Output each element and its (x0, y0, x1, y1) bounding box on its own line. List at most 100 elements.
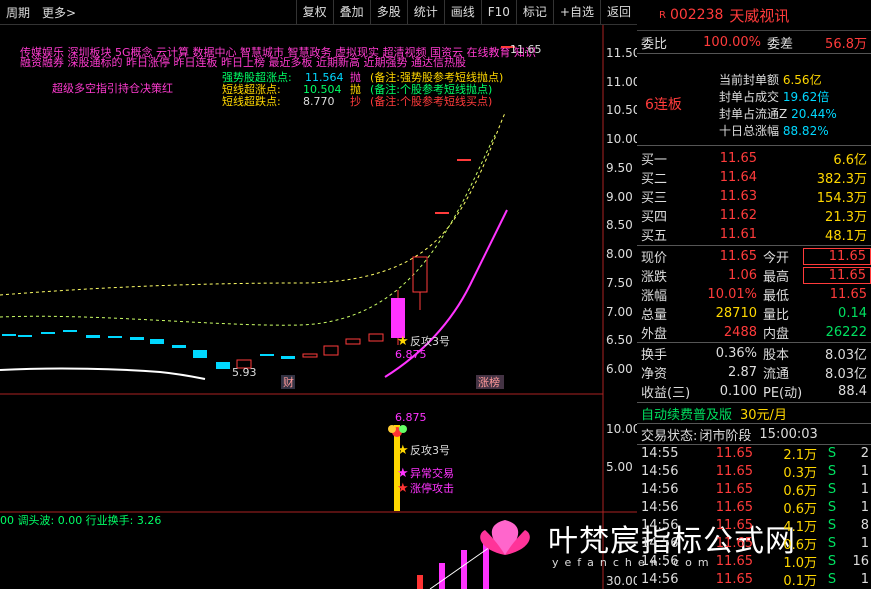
divider (637, 402, 871, 403)
limit-stat-value: 88.82% (782, 124, 829, 138)
zhangbang-badge[interactable]: 涨榜 (478, 375, 500, 389)
cai-badge[interactable]: 财 (283, 375, 294, 389)
bid-row[interactable]: 买五 11.61 48.1万 (637, 225, 871, 244)
bid-volume: 6.6亿 (833, 153, 867, 168)
quote-label: 涨跌 (641, 270, 668, 285)
promo-price[interactable]: 30元/月 (732, 404, 787, 423)
tick-time: 14:56 (641, 571, 679, 587)
bid-price: 11.62 (719, 208, 757, 223)
quote-label: 今开 (763, 251, 790, 266)
quote-label: 总量 (641, 308, 668, 323)
ind-act-1: 抛 (350, 82, 361, 96)
limit-stat-value: 20.44% (791, 107, 837, 121)
back-button[interactable]: 返回 (599, 0, 637, 24)
ind-name-0: 强势股超涨点: (222, 70, 292, 84)
quote-label: 涨幅 (641, 289, 668, 304)
ind-val-2: 8.770 (303, 95, 335, 108)
stock-code: 002238 (669, 7, 724, 23)
quote-value: 11.65 (803, 248, 871, 265)
divider (637, 423, 871, 424)
bid-volume: 382.3万 (816, 172, 867, 187)
info-value: 8.03亿 (825, 348, 867, 363)
tick-vol: 0.6万 (783, 483, 817, 499)
tick-count: 1 (860, 571, 869, 587)
info-label: 换手 (641, 348, 668, 363)
tick-price: 11.65 (715, 571, 753, 587)
limit-stat-label: 十日总涨幅 (719, 124, 780, 138)
lower-label-2: 异常交易 (410, 466, 454, 480)
tick-price: 11.65 (715, 463, 753, 479)
limit-stat-value: 6.56亿 (782, 73, 822, 87)
quote-label: 量比 (763, 308, 790, 323)
tick-vol: 1.0万 (783, 555, 817, 571)
price-tick: 7.00 (606, 305, 633, 319)
tick-vol: 0.3万 (783, 465, 817, 481)
info-value: 0.36% (715, 346, 757, 361)
overlay-button[interactable]: 叠加 (332, 0, 370, 24)
fuquan-button[interactable]: 复权 (295, 0, 333, 24)
limit-stat-label: 封单占成交 (719, 90, 780, 104)
tick-price: 11.65 (715, 553, 753, 569)
bottom-status: 00 调头波: 0.00 行业换手: 3.26 (0, 513, 161, 527)
bid-row[interactable]: 买二 11.64 382.3万 (637, 168, 871, 187)
multi-stock-button[interactable]: 多股 (369, 0, 407, 24)
tick-time: 14:55 (641, 445, 679, 461)
bid-label: 买二 (641, 172, 668, 187)
stats-button[interactable]: 统计 (406, 0, 444, 24)
tick-side: S (827, 571, 837, 587)
bid-volume: 48.1万 (825, 229, 867, 244)
period-button[interactable]: 周期 (0, 4, 36, 21)
high-label: 11.65 (510, 43, 542, 56)
tick-count: 1 (860, 481, 869, 497)
limit-stats: 6连板 当前封单额 6.56亿 封单占成交 19.62倍 封单占流通Z 20.4… (637, 54, 871, 142)
tick-side: S (827, 481, 837, 497)
price-tick: 6.00 (606, 362, 633, 376)
tick-count: 2 (860, 445, 869, 461)
kline-chart[interactable]: 传媒娱乐 深圳板块 5G概念 云计算 数据中心 智慧城市 智慧政务 虚拟现实 超… (0, 25, 637, 589)
draw-line-button[interactable]: 画线 (443, 0, 481, 24)
bid-volume: 21.3万 (825, 210, 867, 225)
chart-toolbar: 周期 更多> 复权 叠加 多股 统计 画线 F10 标记 +自选 返回 (0, 0, 637, 25)
quote-label: 最高 (763, 270, 790, 285)
bid-label: 买四 (641, 210, 668, 225)
stock-name: 天威视讯 (729, 6, 790, 25)
bid-row[interactable]: 买三 11.63 154.3万 (637, 187, 871, 206)
ind-act-0: 抛 (350, 70, 361, 84)
tick-list: 14:55 11.65 2.1万 S 2 14:56 11.65 0.3万 S 1 14:56 1… (637, 444, 871, 589)
more-button[interactable]: 更多> (36, 4, 82, 21)
promo-text[interactable]: 自动续费普及版 (637, 404, 732, 423)
price-tick: 9.50 (606, 161, 633, 175)
indicator-title: 超级多空指引持仓决策红 (52, 81, 173, 95)
ind-note-2: (备注:个股参考短线买点) (370, 94, 492, 108)
f10-button[interactable]: F10 (480, 0, 516, 24)
price-tick: 7.50 (606, 276, 633, 290)
tick-side: S (827, 463, 837, 479)
fangong-label: 反攻3号 (410, 334, 450, 348)
quote-value: 10.01% (707, 287, 757, 302)
star-icon: ★ (397, 481, 409, 496)
middle-band-line (0, 134, 496, 326)
bid-row[interactable]: 买四 11.62 21.3万 (637, 206, 871, 225)
bid-volume: 154.3万 (816, 191, 867, 206)
info-value: 2.87 (728, 365, 757, 380)
quote-value: 11.65 (803, 267, 871, 284)
tick-vol: 0.1万 (783, 573, 817, 589)
star-icon: ★ (397, 466, 409, 481)
divider (637, 342, 871, 343)
weicha-value: 56.8万 (825, 36, 867, 52)
info-label: 流通 (763, 367, 790, 382)
bid-price: 11.61 (719, 227, 757, 242)
tick-price: 11.65 (715, 481, 753, 497)
bid-row[interactable]: 买一 11.65 6.6亿 (637, 149, 871, 168)
tick-vol: 4.1万 (783, 519, 817, 535)
mark-button[interactable]: 标记 (515, 0, 553, 24)
tick-side: S (827, 535, 837, 551)
price-tick: 10.00 (606, 132, 637, 146)
weibi-value: 100.00% (703, 34, 761, 50)
tick-row: 14:56 11.65 0.6万 S 1 (637, 534, 871, 553)
promo-row[interactable]: 自动续费普及版 30元/月 (637, 404, 871, 423)
star-icon: ★ (397, 443, 409, 458)
add-watchlist-button[interactable]: +自选 (552, 0, 600, 24)
lower-label-1: 反攻3号 (410, 443, 450, 457)
quote-label: 最低 (763, 289, 790, 304)
